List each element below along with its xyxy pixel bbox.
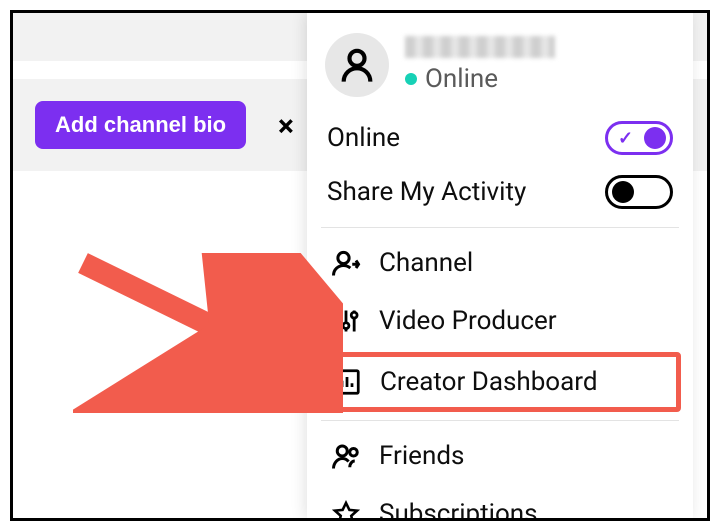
menu-item-subscriptions-label: Subscriptions bbox=[379, 499, 538, 521]
status-line: Online bbox=[405, 64, 555, 94]
add-channel-bio-button[interactable]: Add channel bio bbox=[35, 101, 246, 149]
dashboard-icon bbox=[330, 365, 364, 399]
avatar[interactable] bbox=[325, 33, 389, 97]
share-activity-toggle[interactable] bbox=[605, 175, 673, 209]
online-toggle-row: Online ✓ bbox=[321, 111, 679, 165]
online-toggle-label: Online bbox=[327, 123, 400, 153]
menu-item-friends-label: Friends bbox=[379, 441, 464, 471]
status-dot-icon bbox=[405, 73, 417, 85]
menu-item-friends[interactable]: Friends bbox=[321, 427, 679, 485]
menu-item-creator-dashboard-label: Creator Dashboard bbox=[380, 367, 598, 397]
menu-item-video-producer[interactable]: Video Producer bbox=[321, 292, 679, 350]
channel-icon bbox=[329, 246, 363, 280]
person-icon bbox=[337, 45, 377, 85]
share-activity-label: Share My Activity bbox=[327, 177, 526, 207]
share-activity-toggle-row: Share My Activity bbox=[321, 165, 679, 219]
online-toggle[interactable]: ✓ bbox=[605, 121, 673, 155]
friends-icon bbox=[329, 439, 363, 473]
menu-item-creator-dashboard[interactable]: Creator Dashboard bbox=[319, 352, 681, 412]
close-icon[interactable]: × bbox=[278, 109, 294, 144]
menu-item-subscriptions[interactable]: Subscriptions bbox=[321, 485, 679, 521]
menu-item-channel-label: Channel bbox=[379, 248, 473, 278]
divider bbox=[321, 227, 679, 228]
annotation-arrow-icon bbox=[73, 253, 343, 413]
star-icon bbox=[329, 497, 363, 521]
username-redacted bbox=[405, 36, 555, 58]
user-dropdown-menu: Online Online ✓ Share My Activity bbox=[307, 13, 693, 518]
menu-item-video-producer-label: Video Producer bbox=[379, 306, 557, 336]
menu-item-channel[interactable]: Channel bbox=[321, 234, 679, 292]
status-text: Online bbox=[425, 64, 498, 94]
sliders-icon bbox=[329, 304, 363, 338]
profile-header: Online bbox=[321, 27, 679, 111]
add-channel-bio-label: Add channel bio bbox=[55, 112, 226, 138]
check-icon: ✓ bbox=[618, 128, 633, 149]
divider bbox=[321, 420, 679, 421]
